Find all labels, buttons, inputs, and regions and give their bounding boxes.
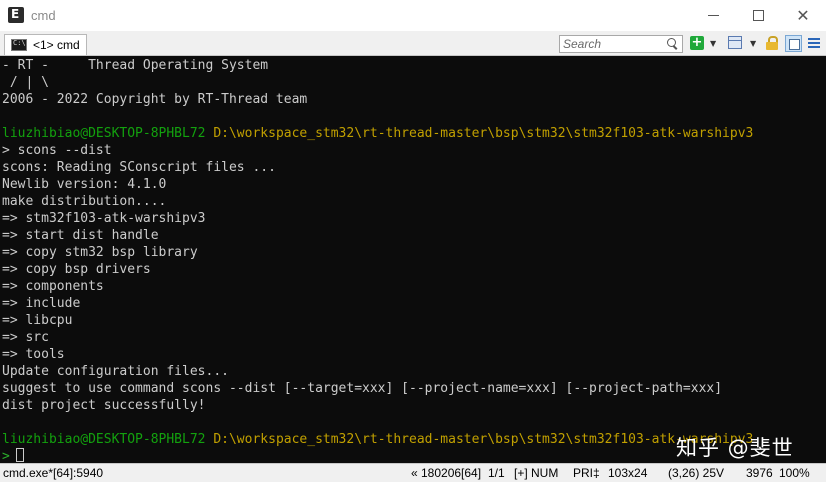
console-line: => components xyxy=(2,279,104,294)
tab-toolbar: <1> cmd + ▼ ▼ xyxy=(0,31,826,56)
minimize-icon xyxy=(707,15,719,16)
console-line: => copy bsp drivers xyxy=(2,262,151,277)
prompt-line: liuzhibiao@DESKTOP-8PHBL72 D:\workspace_… xyxy=(2,431,753,448)
prompt-path: D:\workspace_stm32\rt-thread-master\bsp\… xyxy=(213,432,754,447)
tab-label: <1> cmd xyxy=(33,38,80,52)
prompt-caret: > xyxy=(2,449,10,463)
console-icon xyxy=(11,39,27,51)
status-priority[interactable]: PRI‡ xyxy=(573,466,600,480)
console-line: => src xyxy=(2,330,49,345)
lock-icon[interactable] xyxy=(766,36,778,50)
status-bar: cmd.exe*[64]:5940 « 180206[64] 1/1 [+] N… xyxy=(0,463,826,482)
console-line: => tools xyxy=(2,347,65,362)
console-line: => stm32f103-atk-warshipv3 xyxy=(2,211,206,226)
close-button[interactable]: ✕ xyxy=(780,0,826,31)
console-line: => libcpu xyxy=(2,313,73,328)
panes-dropdown-icon[interactable]: ▼ xyxy=(750,39,756,55)
search-box xyxy=(559,35,683,53)
console-area[interactable]: - RT - Thread Operating System / | \ 200… xyxy=(0,56,826,463)
console-line: Update configuration files... xyxy=(2,364,229,379)
console-line: => copy stm32 bsp library xyxy=(2,245,198,260)
maximize-button[interactable] xyxy=(735,0,781,31)
status-build[interactable]: « 180206[64] xyxy=(411,466,481,480)
window-title: cmd xyxy=(31,8,56,23)
console-lines: - RT - Thread Operating System / | \ 200… xyxy=(2,57,753,463)
prompt-path: D:\workspace_stm32\rt-thread-master\bsp\… xyxy=(213,126,754,141)
input-line[interactable]: > xyxy=(2,448,753,463)
new-console-dropdown-icon[interactable]: ▼ xyxy=(710,39,716,55)
tab-cmd[interactable]: <1> cmd xyxy=(4,34,87,55)
buffer-view-icon[interactable] xyxy=(785,35,802,52)
status-cursor-pos[interactable]: (3,26) 25V xyxy=(668,466,724,480)
console-line: => start dist handle xyxy=(2,228,159,243)
status-zoom[interactable]: 100% xyxy=(779,466,810,480)
console-line: dist project successfully! xyxy=(2,398,206,413)
new-console-button[interactable]: + xyxy=(690,36,704,50)
search-icon[interactable] xyxy=(664,36,680,52)
console-line: => include xyxy=(2,296,81,311)
panes-icon[interactable] xyxy=(728,36,742,49)
status-chars[interactable]: 3976 xyxy=(746,466,773,480)
console-line: - RT - Thread Operating System xyxy=(2,58,269,73)
status-process[interactable]: cmd.exe*[64]:5940 xyxy=(3,466,103,480)
console-line: make distribution.... xyxy=(2,194,167,209)
prompt-user: liuzhibiao@DESKTOP-8PHBL72 xyxy=(2,126,206,141)
console-line: Newlib version: 4.1.0 xyxy=(2,177,167,192)
prompt-line: liuzhibiao@DESKTOP-8PHBL72 D:\workspace_… xyxy=(2,125,753,142)
console-line: suggest to use command scons --dist [--t… xyxy=(2,381,723,396)
status-size[interactable]: 103x24 xyxy=(608,466,647,480)
console-line: scons: Reading SConscript files ... xyxy=(2,160,276,175)
title-bar: cmd ✕ xyxy=(0,0,826,31)
console-line: 2006 - 2022 Copyright by RT-Thread team xyxy=(2,92,308,107)
maximize-icon xyxy=(752,10,764,21)
minimize-button[interactable] xyxy=(690,0,736,31)
prompt-user: liuzhibiao@DESKTOP-8PHBL72 xyxy=(2,432,206,447)
text-cursor xyxy=(15,448,24,462)
zhihu-watermark: 知乎 @斐世 xyxy=(676,436,794,460)
close-icon: ✕ xyxy=(796,5,810,25)
status-insert-num[interactable]: [+] NUM xyxy=(514,466,558,480)
conemu-app-icon xyxy=(8,7,24,23)
status-console-index[interactable]: 1/1 xyxy=(488,466,505,480)
search-input[interactable] xyxy=(560,36,664,52)
menu-icon[interactable] xyxy=(808,38,820,50)
command-line: > scons --dist xyxy=(2,143,112,158)
console-line: / | \ xyxy=(2,75,49,90)
